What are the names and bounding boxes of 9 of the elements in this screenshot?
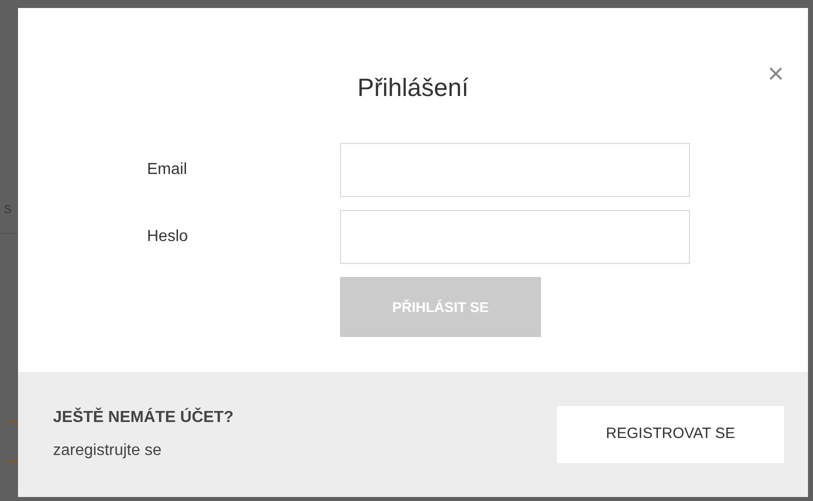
input-field[interactable] [340, 143, 690, 197]
footer-subtext: zaregistrujte se [53, 441, 162, 461]
field-label: Heslo [147, 227, 189, 247]
field-label: Email [147, 160, 188, 180]
register-button[interactable]: REGISTROVAT SE [557, 406, 784, 463]
input-field[interactable] [340, 210, 690, 264]
footer-heading: JEŠTĚ NEMÁTE ÚČET? [53, 406, 234, 428]
close-button[interactable]: × [768, 60, 784, 88]
dialog-title: Přihlášení [357, 73, 469, 104]
